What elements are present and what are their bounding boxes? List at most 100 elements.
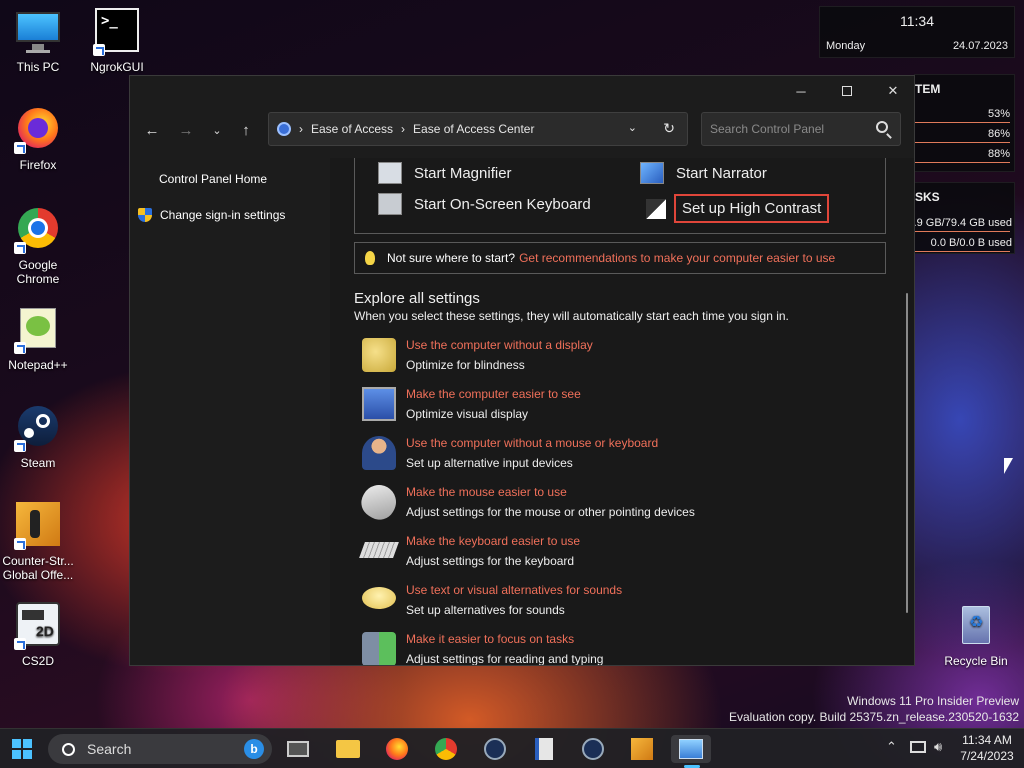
start-narrator-link[interactable]: Start Narrator xyxy=(640,162,767,184)
setting-link[interactable]: Make the keyboard easier to use xyxy=(406,534,580,548)
desktop-icon-steam[interactable]: Steam xyxy=(0,404,76,470)
search-input[interactable]: Search Control Panel xyxy=(701,112,901,146)
app-taskbar-button[interactable] xyxy=(528,735,560,763)
desktop-icon-label: NgrokGUI xyxy=(90,60,144,74)
breadcrumb-separator-icon: › xyxy=(299,122,303,136)
get-recommendations-link[interactable]: Get recommendations to make your compute… xyxy=(519,251,835,265)
steam-taskbar-button-2[interactable] xyxy=(577,735,609,763)
tool-label: Start On-Screen Keyboard xyxy=(414,195,591,213)
book-icon xyxy=(535,738,553,760)
lightbulb-icon xyxy=(365,251,375,265)
setting-description: Optimize visual display xyxy=(406,407,529,421)
network-icon[interactable] xyxy=(910,741,926,753)
show-hidden-icons-button[interactable]: ⌃ xyxy=(886,739,897,755)
breadcrumb-ease-of-access-center[interactable]: Ease of Access Center xyxy=(413,122,534,136)
set-up-high-contrast-link[interactable]: Set up High Contrast xyxy=(646,194,830,223)
terminal-icon: >_ xyxy=(93,8,141,56)
setting-link[interactable]: Use text or visual alternatives for soun… xyxy=(406,583,622,597)
hint-text: Not sure where to start? xyxy=(387,251,516,265)
steam-icon xyxy=(582,738,604,760)
desktop-icon-label: Google Chrome xyxy=(16,258,60,286)
setting-link[interactable]: Make the mouse easier to use xyxy=(406,485,567,499)
address-dropdown-icon[interactable]: ⌄ xyxy=(628,121,637,134)
back-button[interactable]: ← xyxy=(138,116,166,144)
start-magnifier-link[interactable]: Start Magnifier xyxy=(378,162,512,184)
desktop-icon-this-pc[interactable]: This PC xyxy=(0,8,76,74)
firefox-taskbar-button[interactable] xyxy=(381,735,413,763)
start-on-screen-keyboard-link[interactable]: Start On-Screen Keyboard xyxy=(378,193,591,215)
desktop-icon-csgo[interactable]: Counter-Str... Global Offe... xyxy=(0,502,76,582)
setting-link[interactable]: Make the computer easier to see xyxy=(406,387,581,401)
close-button[interactable]: ✕ xyxy=(870,76,916,106)
person-document-icon xyxy=(362,632,396,665)
widget-system-value: 88% xyxy=(987,148,1010,160)
desktop-icon-ngrokgui[interactable]: >_ NgrokGUI xyxy=(79,8,155,74)
file-explorer-button[interactable] xyxy=(332,735,364,763)
arrow-right-icon: → xyxy=(178,121,194,139)
volume-icon[interactable]: 🔊︎ xyxy=(934,739,942,755)
desktop-icon-firefox[interactable]: Firefox xyxy=(0,106,76,172)
narrator-icon xyxy=(640,162,664,184)
minimize-icon: ─ xyxy=(796,83,806,99)
tool-label: Set up High Contrast xyxy=(674,194,830,223)
setting-description: Adjust settings for reading and typing xyxy=(406,652,604,665)
folder-icon xyxy=(336,740,360,758)
desktop-icon-recycle-bin[interactable]: ♻ Recycle Bin xyxy=(938,602,1014,668)
display-speaker-icon xyxy=(362,338,396,372)
desktop-icon-google-chrome[interactable]: Google Chrome xyxy=(0,206,76,286)
desktop-icon-cs2d[interactable]: 2D CS2D xyxy=(0,602,76,668)
setting-link[interactable]: Make it easier to focus on tasks xyxy=(406,632,574,646)
sidebar-item-change-sign-in-settings[interactable]: Change sign-in settings xyxy=(138,208,285,222)
setting-description: Optimize for blindness xyxy=(406,358,525,372)
keyboard-icon xyxy=(378,193,402,215)
widget-disks-title: SKS xyxy=(915,190,940,204)
recent-locations-button[interactable]: ⌄ xyxy=(203,116,231,144)
csgo-icon xyxy=(631,738,653,760)
ease-of-access-icon xyxy=(277,122,291,136)
setting-sound-alternatives: Use text or visual alternatives for soun… xyxy=(362,583,842,627)
breadcrumb-separator-icon: › xyxy=(401,122,406,136)
desktop-icon-label: Notepad++ xyxy=(8,358,68,372)
monitor-icon xyxy=(14,8,62,56)
refresh-icon[interactable]: ↻ xyxy=(663,120,675,137)
ease-of-access-window[interactable]: ─ ✕ ← → ⌄ ↑ › Ease of Access › Ease of A… xyxy=(129,75,915,666)
shield-icon xyxy=(138,208,152,222)
setting-description: Set up alternative input devices xyxy=(406,456,573,470)
title-bar[interactable]: ─ ✕ xyxy=(130,76,914,106)
up-button[interactable]: ↑ xyxy=(232,116,260,144)
chrome-icon xyxy=(435,738,457,760)
search-icon[interactable] xyxy=(876,121,888,133)
steam-taskbar-button[interactable] xyxy=(479,735,511,763)
task-view-button[interactable] xyxy=(282,735,314,763)
sidebar-item-control-panel-home[interactable]: Control Panel Home xyxy=(159,172,267,186)
address-bar[interactable]: › Ease of Access › Ease of Access Center… xyxy=(268,112,688,146)
widget-disks-usage: 0.0 B/0.0 B used xyxy=(930,237,1012,249)
desktop-icon-notepad-plus-plus[interactable]: Notepad++ xyxy=(0,306,76,372)
control-panel-taskbar-button[interactable] xyxy=(671,735,711,763)
minimize-button[interactable]: ─ xyxy=(778,76,824,106)
widget-system-value: 86% xyxy=(987,128,1010,140)
widget-disks-usage: .9 GB/79.4 GB used xyxy=(913,217,1012,229)
arrow-left-icon: ← xyxy=(144,121,160,139)
recommendation-hint: Not sure where to start? Get recommendat… xyxy=(354,242,886,274)
maximize-button[interactable] xyxy=(824,76,870,106)
taskbar-clock[interactable]: 11:34 AM 7/24/2023 xyxy=(950,732,1024,764)
setting-link[interactable]: Use the computer without a mouse or keyb… xyxy=(406,436,658,450)
setting-link[interactable]: Use the computer without a display xyxy=(406,338,593,352)
notepad-plus-plus-icon xyxy=(14,306,62,354)
taskbar-time: 11:34 AM xyxy=(962,733,1012,747)
mouse-cursor-icon xyxy=(1004,458,1013,474)
windows-watermark-build: Evaluation copy. Build 25375.zn_release.… xyxy=(729,710,1019,724)
setting-description: Adjust settings for the keyboard xyxy=(406,554,575,568)
search-icon xyxy=(62,742,75,756)
windows-watermark-edition: Windows 11 Pro Insider Preview xyxy=(847,694,1019,708)
breadcrumb-ease-of-access[interactable]: Ease of Access xyxy=(311,122,393,136)
forward-button[interactable]: → xyxy=(172,116,200,144)
setting-without-display: Use the computer without a display Optim… xyxy=(362,338,842,382)
chrome-taskbar-button[interactable] xyxy=(430,735,462,763)
start-button[interactable] xyxy=(6,735,38,763)
vertical-scrollbar[interactable] xyxy=(906,293,908,613)
desktop-icon-label: Firefox xyxy=(19,158,57,172)
csgo-taskbar-button[interactable] xyxy=(626,735,658,763)
taskbar-search-box[interactable]: Search b xyxy=(48,734,272,764)
